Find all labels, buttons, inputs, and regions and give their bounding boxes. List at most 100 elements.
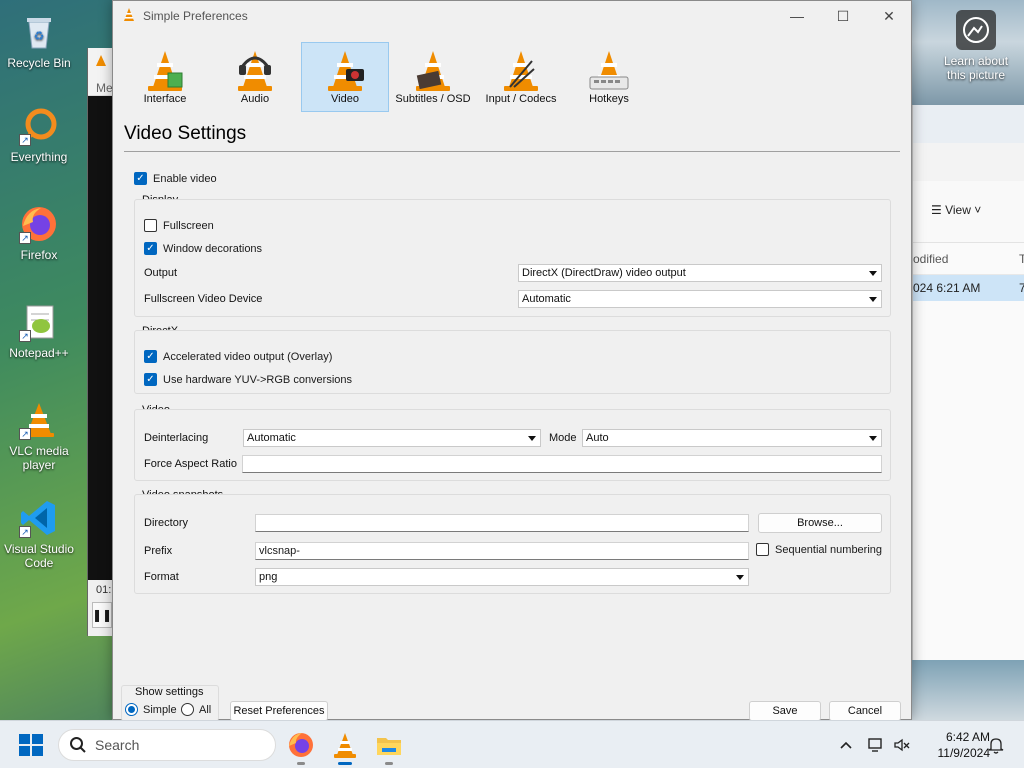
checkbox-checked-icon: ✓ (144, 242, 157, 255)
vlc-icon: ↗ (19, 400, 59, 440)
taskbar-firefox[interactable] (286, 730, 316, 765)
browse-button[interactable]: Browse... (758, 513, 882, 533)
desktop-icon-everything[interactable]: ↗ Everything (4, 106, 74, 164)
force-aspect-ratio-input[interactable] (242, 455, 882, 473)
subtitles-icon (410, 47, 456, 93)
maximize-button[interactable]: ☐ (820, 1, 866, 31)
recycle-bin-icon: ♻ (19, 12, 59, 52)
tab-hotkeys[interactable]: Hotkeys (565, 42, 653, 112)
chevron-down-icon (528, 436, 536, 441)
chevron-down-icon (869, 271, 877, 276)
close-button[interactable]: ✕ (866, 1, 912, 31)
column-header-type[interactable]: T (1019, 252, 1024, 266)
window-decorations-checkbox[interactable]: ✓ Window decorations (144, 242, 262, 255)
desktop-icon-firefox[interactable]: ↗ Firefox (4, 204, 74, 262)
tab-label: Subtitles / OSD (395, 93, 471, 105)
mode-select[interactable]: Auto (582, 429, 882, 447)
prefix-label: Prefix (144, 545, 173, 557)
mode-label: Mode (549, 432, 577, 444)
network-icon[interactable] (866, 735, 886, 755)
checkbox-label: Sequential numbering (775, 543, 883, 556)
desktop-icon-label: Recycle Bin (7, 56, 71, 70)
search-placeholder: Search (95, 737, 140, 753)
desktop-icon-label: VLC media player (9, 444, 69, 472)
accelerated-output-checkbox[interactable]: ✓ Accelerated video output (Overlay) (144, 350, 332, 363)
checkbox-checked-icon: ✓ (144, 373, 157, 386)
input-codecs-icon (498, 47, 544, 93)
show-settings-all-radio[interactable]: All (181, 703, 211, 716)
tab-subtitles-osd[interactable]: Subtitles / OSD (389, 42, 477, 112)
tab-interface[interactable]: Interface (121, 42, 209, 112)
sequential-numbering-checkbox[interactable]: Sequential numbering (756, 543, 882, 556)
learn-about-picture[interactable]: Learn about this picture (936, 10, 1016, 82)
display-group: Fullscreen ✓ Window decorations Output D… (134, 199, 891, 317)
page-title: Video Settings (124, 123, 247, 144)
taskbar-file-explorer[interactable] (374, 730, 404, 765)
firefox-icon: ↗ (19, 204, 59, 244)
taskbar-search[interactable]: Search (58, 729, 276, 761)
tab-input-codecs[interactable]: Input / Codecs (477, 42, 565, 112)
snapshots-group: Directory Browse... Prefix vlcsnap- Sequ… (134, 494, 891, 594)
start-button[interactable] (18, 733, 44, 757)
directory-label: Directory (144, 517, 189, 529)
radio-selected-icon (125, 703, 138, 716)
view-label: View (945, 203, 971, 217)
desktop-icon-recycle-bin[interactable]: ♻ Recycle Bin (4, 12, 74, 70)
shortcut-arrow-icon: ↗ (19, 428, 31, 440)
tab-label: Video (331, 93, 359, 105)
tab-audio[interactable]: Audio (211, 42, 299, 112)
fullscreen-device-select[interactable]: Automatic (518, 290, 882, 308)
notepad-plus-plus-icon: ↗ (19, 302, 59, 342)
notification-bell-icon[interactable] (986, 735, 1006, 755)
desktop-icon-vscode[interactable]: ↗ Visual Studio Code (4, 498, 74, 570)
title-bar[interactable]: Simple Preferences — ☐ ✕ (113, 1, 911, 31)
tab-video[interactable]: Video (301, 42, 389, 112)
tab-label: Input / Codecs (485, 93, 557, 105)
cancel-button[interactable]: Cancel (829, 701, 901, 721)
view-menu-button[interactable]: ☰ View ˅ (931, 203, 981, 217)
desktop-icon-vlc[interactable]: ↗ VLC media player (4, 400, 74, 472)
taskbar-vlc[interactable] (330, 730, 360, 765)
desktop-icon-notepad-plus-plus[interactable]: ↗ Notepad++ (4, 302, 74, 360)
checkbox-label: Accelerated video output (Overlay) (163, 350, 333, 363)
player-menu-partial: Me (96, 81, 113, 95)
column-header-modified[interactable]: odified (913, 252, 948, 266)
reset-preferences-button[interactable]: Reset Preferences (230, 701, 328, 721)
format-select[interactable]: png (255, 568, 749, 586)
minimize-button[interactable]: — (774, 1, 820, 31)
vlc-icon (334, 733, 356, 758)
directory-input[interactable] (255, 514, 749, 532)
fullscreen-checkbox[interactable]: Fullscreen (144, 219, 214, 232)
radio-label: Simple (143, 703, 177, 716)
output-select[interactable]: DirectX (DirectDraw) video output (518, 264, 882, 282)
settings-panel: ✓ Enable video Display Fullscreen ✓ Wind… (124, 161, 900, 681)
pause-icon[interactable]: ❚❚ (92, 602, 112, 628)
background-file-explorer-window[interactable]: ☰ View ˅ odified T 024 6:21 AM 7 (912, 105, 1024, 660)
show-settings-simple-radio[interactable]: Simple (125, 703, 177, 716)
taskbar: Search 6:42 AM 11/9/2024 (0, 720, 1024, 768)
clock-time: 6:42 AM (945, 730, 990, 744)
deinterlacing-select[interactable]: Automatic (243, 429, 541, 447)
folder-icon (377, 738, 401, 755)
player-time-partial: 01: (96, 584, 112, 596)
table-row[interactable]: 024 6:21 AM 7 (913, 275, 1024, 301)
volume-muted-icon[interactable] (892, 735, 912, 755)
preferences-dialog[interactable]: Simple Preferences — ☐ ✕ Interface Audio… (112, 0, 912, 721)
enable-video-checkbox[interactable]: ✓ Enable video (134, 172, 217, 185)
window-title: Simple Preferences (143, 9, 248, 23)
shortcut-arrow-icon: ↗ (19, 526, 31, 538)
chevron-up-icon[interactable] (836, 735, 856, 755)
hardware-yuv-checkbox[interactable]: ✓ Use hardware YUV->RGB conversions (144, 373, 352, 386)
everything-icon: ↗ (19, 106, 59, 146)
prefix-input[interactable]: vlcsnap- (255, 542, 749, 560)
radio-unselected-icon (181, 703, 194, 716)
output-label: Output (144, 267, 178, 279)
wallpaper-region-lower (912, 660, 1024, 720)
save-button[interactable]: Save (749, 701, 821, 721)
category-toolbar: Interface Audio Video Subtitles / OSD In… (113, 41, 911, 113)
taskbar-clock[interactable]: 6:42 AM 11/9/2024 (920, 729, 991, 761)
tab-label: Interface (143, 93, 187, 105)
row-type: 7 (1019, 281, 1024, 295)
windows-logo-icon (19, 734, 43, 756)
radio-label: All (199, 703, 212, 716)
